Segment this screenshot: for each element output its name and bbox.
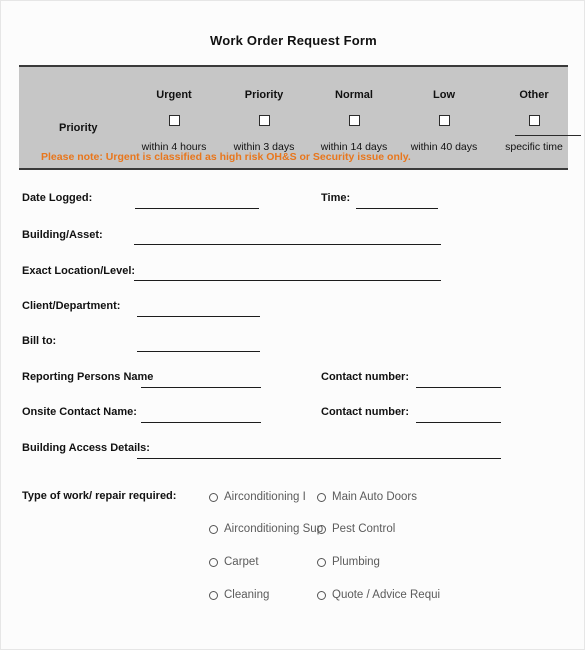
label-building-asset: Building/Asset:: [22, 229, 103, 241]
label-onsite-contact-name: Onsite Contact Name:: [22, 406, 137, 418]
radio-label: Plumbing: [332, 556, 380, 568]
radio-label: Carpet: [224, 556, 259, 568]
radio-circle-icon: [209, 557, 218, 567]
radio-circle-icon: [209, 492, 218, 502]
radio-label: Quote / Advice Requi: [332, 589, 441, 601]
radio-circle-icon: [317, 524, 326, 534]
radio-circle-icon: [317, 557, 326, 567]
label-contact-number-reporting: Contact number:: [321, 371, 409, 383]
input-client-department[interactable]: [137, 316, 260, 317]
input-time[interactable]: [356, 208, 438, 209]
priority-checkbox-other[interactable]: [529, 115, 540, 126]
priority-checkbox-priority[interactable]: [259, 115, 270, 126]
input-contact-number-reporting[interactable]: [416, 387, 501, 388]
radio-option-quote-advice-required[interactable]: Quote / Advice Requi: [317, 587, 457, 603]
label-time: Time:: [321, 192, 351, 204]
radio-option-carpet[interactable]: Carpet: [209, 554, 317, 570]
priority-section: Priority Urgent within 4 hours Priority …: [19, 65, 581, 170]
radio-option-plumbing[interactable]: Plumbing: [317, 554, 447, 570]
radio-label: Airconditioning Sup: [224, 523, 324, 535]
label-building-access-details: Building Access Details:: [22, 442, 150, 454]
radio-option-pest-control[interactable]: Pest Control: [317, 521, 447, 537]
label-bill-to: Bill to:: [22, 335, 57, 347]
label-type-of-work: Type of work/ repair required:: [22, 490, 177, 502]
input-building-access-details[interactable]: [137, 458, 501, 459]
input-exact-location-level[interactable]: [134, 280, 441, 281]
input-reporting-persons-name[interactable]: [141, 387, 261, 388]
page-title: Work Order Request Form: [210, 33, 377, 48]
priority-checkbox-normal[interactable]: [349, 115, 360, 126]
priority-checkbox-low[interactable]: [439, 115, 450, 126]
label-date-logged: Date Logged:: [22, 192, 93, 204]
priority-note: Please note: Urgent is classified as hig…: [41, 151, 411, 163]
radio-circle-icon: [317, 492, 326, 502]
input-bill-to[interactable]: [137, 351, 260, 352]
label-exact-location-level: Exact Location/Level:: [22, 265, 136, 277]
work-order-form-page: Work Order Request Form Priority Urgent …: [0, 0, 585, 650]
priority-checkbox-urgent[interactable]: [169, 115, 180, 126]
radio-label: Pest Control: [332, 523, 396, 535]
radio-circle-icon: [317, 590, 326, 600]
label-reporting-persons-name: Reporting Persons Name: [22, 371, 154, 383]
radio-circle-icon: [209, 590, 218, 600]
label-contact-number-onsite: Contact number:: [321, 406, 409, 418]
input-onsite-contact-name[interactable]: [141, 422, 261, 423]
label-client-department: Client/Department:: [22, 300, 121, 312]
input-contact-number-onsite[interactable]: [416, 422, 501, 423]
radio-option-airconditioning-sup[interactable]: Airconditioning Sup: [209, 521, 324, 537]
radio-option-main-auto-doors[interactable]: Main Auto Doors: [317, 489, 447, 505]
radio-label: Cleaning: [224, 589, 270, 601]
radio-label: Main Auto Doors: [332, 491, 418, 503]
radio-label: Airconditioning I: [224, 491, 306, 503]
input-date-logged[interactable]: [135, 208, 259, 209]
priority-other-specific-time-input[interactable]: [515, 135, 581, 136]
radio-option-airconditioning-i[interactable]: Airconditioning I: [209, 489, 317, 505]
priority-name-other: Other: [519, 89, 549, 101]
priority-timeframe-other: specific time: [505, 141, 563, 153]
radio-option-cleaning[interactable]: Cleaning: [209, 587, 317, 603]
input-building-asset[interactable]: [134, 244, 441, 245]
radio-circle-icon: [209, 524, 218, 534]
priority-row-label: Priority: [59, 122, 98, 134]
